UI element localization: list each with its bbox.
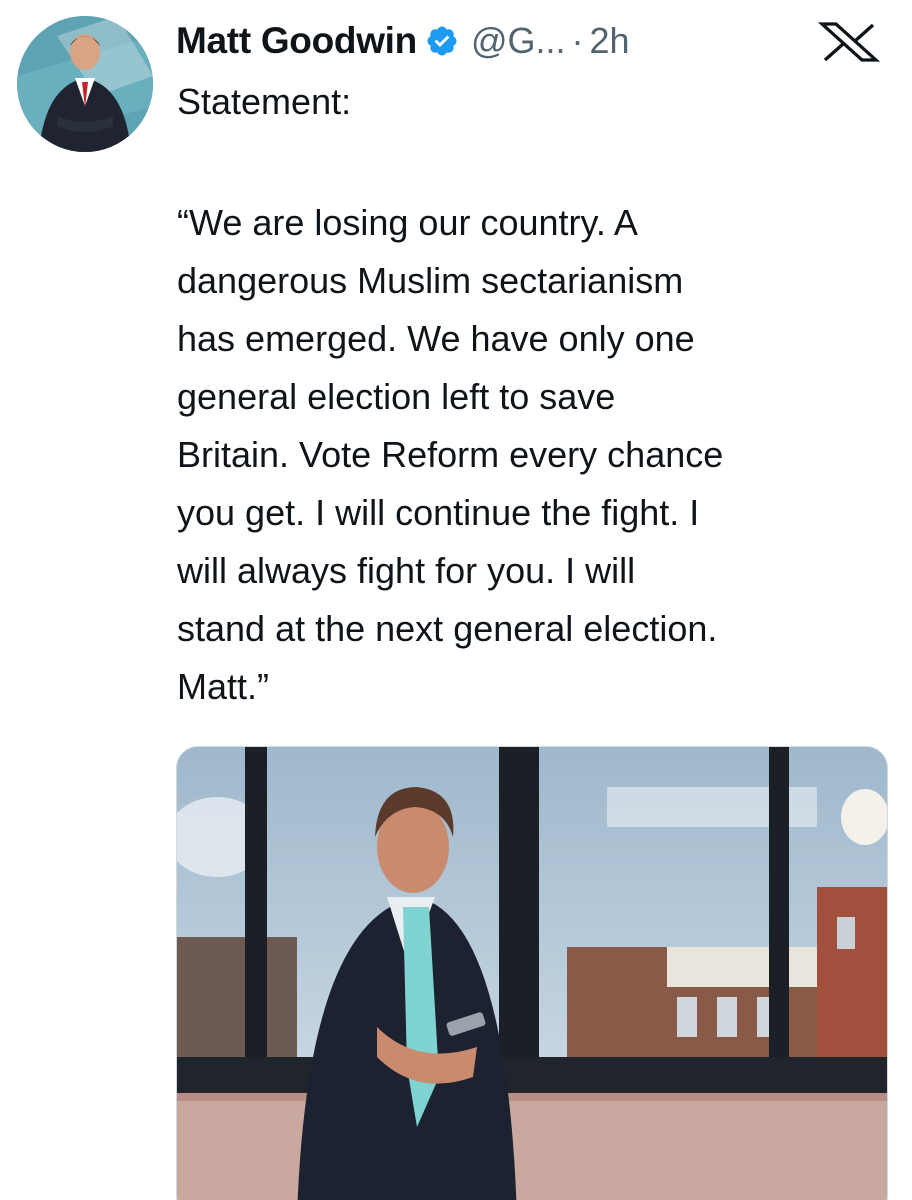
post-body: “We are losing our country. A dangerous … bbox=[177, 194, 897, 716]
meta-separator: · bbox=[571, 20, 584, 61]
post-body-line: will always fight for you. I will bbox=[177, 550, 636, 591]
post-card: Matt Goodwin @G... · 2h Statement: “We a… bbox=[0, 0, 912, 1200]
post-body-line: dangerous Muslim sectarianism bbox=[177, 260, 684, 301]
author-handle[interactable]: @G... bbox=[471, 20, 566, 62]
post-body-line: general election left to save bbox=[177, 376, 616, 417]
x-logo-icon[interactable] bbox=[817, 22, 881, 62]
post-title-line: Statement: bbox=[177, 81, 352, 122]
post-body-line: stand at the next general election. bbox=[177, 608, 718, 649]
author-name[interactable]: Matt Goodwin bbox=[176, 20, 417, 62]
post-body-line: Britain. Vote Reform every chance bbox=[177, 434, 724, 475]
post-body-line: Matt.” bbox=[177, 666, 270, 707]
post-timestamp[interactable]: 2h bbox=[590, 20, 630, 62]
author-avatar[interactable] bbox=[17, 16, 153, 152]
post-media-photo[interactable] bbox=[176, 746, 888, 1200]
post-body-line: “We are losing our country. A bbox=[177, 202, 638, 243]
post-header: Matt Goodwin @G... · 2h bbox=[176, 14, 630, 68]
post-body-line: you get. I will continue the fight. I bbox=[177, 492, 700, 533]
post-body-line: has emerged. We have only one bbox=[177, 318, 695, 359]
verified-badge-icon bbox=[425, 24, 459, 58]
